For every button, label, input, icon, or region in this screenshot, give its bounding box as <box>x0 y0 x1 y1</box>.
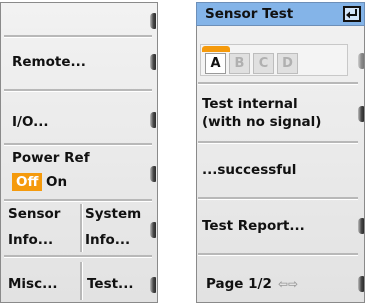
test-report-softkey[interactable]: Test Report... <box>196 200 365 252</box>
test-label: Test... <box>87 276 134 292</box>
softkey-arrow-icon <box>358 53 364 69</box>
power-ref-off-option[interactable]: Off <box>12 173 43 191</box>
power-ref-label: Power Ref <box>12 150 90 166</box>
remote-softkey[interactable]: Remote... <box>0 38 158 88</box>
system-info-softkey[interactable]: System Info... <box>83 202 158 254</box>
sensor-info-line1: Sensor <box>8 206 61 222</box>
page-label: Page 1/2 <box>206 276 272 292</box>
remote-label: Remote... <box>12 54 86 70</box>
power-ref-on-option[interactable]: On <box>46 174 67 191</box>
tab-d[interactable]: D <box>277 53 298 74</box>
tab-b[interactable]: B <box>229 53 250 74</box>
tab-strip-highlight <box>202 46 230 52</box>
tab-a[interactable]: A <box>205 53 226 74</box>
softkey-arrow-icon <box>150 277 156 293</box>
sensor-info-line2: Info... <box>8 232 54 248</box>
test-internal-line1: Test internal <box>202 96 298 112</box>
misc-label: Misc... <box>8 276 58 292</box>
softkey-arrow-icon <box>150 222 156 238</box>
softkey-arrow-icon <box>358 106 364 122</box>
system-info-line2: Info... <box>85 232 131 248</box>
softkey-arrow-icon <box>358 276 364 292</box>
tab-c[interactable]: C <box>253 53 274 74</box>
io-label: I/O... <box>12 114 49 130</box>
misc-softkey[interactable]: Misc... <box>0 258 80 303</box>
test-internal-softkey[interactable]: Test internal (with no signal) <box>196 86 365 140</box>
page-navigation[interactable]: Page 1/2 ⇦⇨ <box>196 256 365 303</box>
dialog-title-bar: Sensor Test <box>196 2 365 26</box>
separator <box>198 82 358 85</box>
softkey-arrow-icon <box>150 54 156 70</box>
softkey-arrow-icon <box>150 13 156 29</box>
softkey-arrow-icon <box>358 218 364 234</box>
test-internal-line2: (with no signal) <box>202 114 322 130</box>
system-info-line1: System <box>85 206 142 222</box>
return-key-icon[interactable] <box>343 6 361 22</box>
power-ref-softkey[interactable]: Power Ref Off On <box>0 146 158 198</box>
test-report-label: Test Report... <box>202 218 305 234</box>
separator <box>198 141 358 144</box>
test-result-text: ...successful <box>202 162 297 178</box>
test-softkey[interactable]: Test... <box>83 258 158 303</box>
io-softkey[interactable]: I/O... <box>0 92 158 142</box>
dialog-title: Sensor Test <box>205 6 294 22</box>
sensor-info-softkey[interactable]: Sensor Info... <box>0 202 80 254</box>
softkey-arrow-icon <box>150 112 156 128</box>
softkey-arrow-icon <box>150 166 156 182</box>
page-arrows-icon: ⇦⇨ <box>278 277 299 291</box>
